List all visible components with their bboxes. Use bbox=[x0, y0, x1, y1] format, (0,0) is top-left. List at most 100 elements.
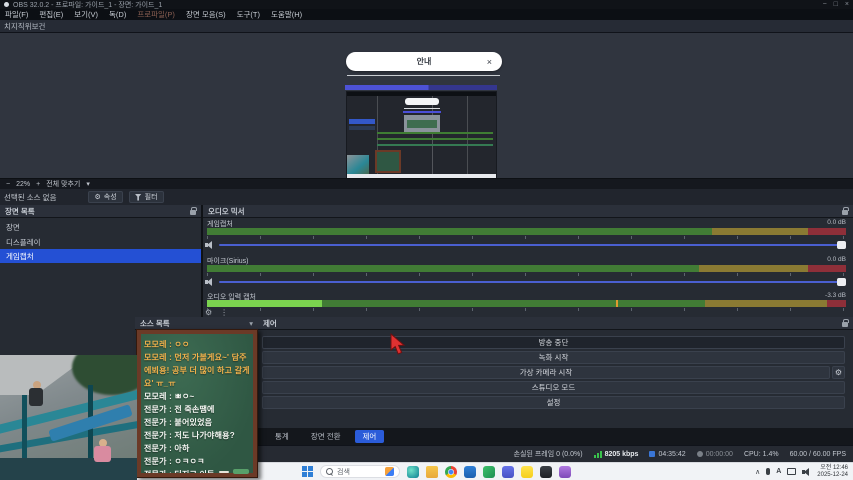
menu-profile[interactable]: 프로파일(P) bbox=[137, 9, 175, 20]
gear-icon[interactable]: ⚙ bbox=[205, 308, 212, 317]
mouse-cursor bbox=[390, 333, 407, 356]
studio-mode-button[interactable]: 스튜디오 모드 bbox=[262, 381, 845, 394]
start-button[interactable] bbox=[302, 466, 313, 477]
maximize-button[interactable]: □ bbox=[834, 1, 838, 8]
chat-message: 전문가 : 아하 bbox=[144, 442, 250, 455]
taskbar-app-icon-edge[interactable] bbox=[407, 466, 419, 478]
tray-chevron-icon[interactable]: ∧ bbox=[755, 468, 760, 476]
menu-help[interactable]: 도움말(H) bbox=[271, 9, 302, 20]
taskbar-app-icon-kakaotalk[interactable] bbox=[521, 466, 533, 478]
close-icon[interactable]: × bbox=[487, 57, 492, 67]
taskbar-app-icon-discord[interactable] bbox=[502, 466, 514, 478]
chat-message: 전문가 : ㅇㅋㅇㅋ bbox=[144, 455, 250, 468]
scene-item[interactable]: 장면 bbox=[0, 220, 201, 234]
taskbar-clock[interactable]: 오전 12:46 2025-12-24 bbox=[817, 465, 848, 479]
signal-bars-icon bbox=[594, 451, 602, 458]
volume-slider[interactable] bbox=[219, 281, 846, 283]
lock-icon[interactable] bbox=[190, 210, 196, 215]
menu-tools[interactable]: 도구(T) bbox=[237, 9, 260, 20]
chalk-tray bbox=[219, 469, 249, 474]
tab-controls[interactable]: 제어 bbox=[355, 430, 385, 443]
notice-dock-title: 치지직위보건 bbox=[4, 21, 45, 32]
properties-button[interactable]: ⚙ 속성 bbox=[88, 191, 122, 203]
taskbar-app-icon-file-explorer[interactable] bbox=[426, 466, 438, 478]
chalk-icon bbox=[219, 471, 229, 473]
search-icon bbox=[326, 468, 333, 475]
virtual-camera-gear-button[interactable]: ⚙ bbox=[832, 366, 845, 379]
mixer-toolbar: ⚙ ⋮ bbox=[205, 308, 228, 317]
chat-message: 전문가 : 전 죽손땜에 bbox=[144, 403, 250, 416]
volume-slider-knob[interactable] bbox=[837, 278, 846, 286]
close-button[interactable]: × bbox=[845, 1, 849, 8]
mixer-channel-db: 0.0 dB bbox=[827, 256, 846, 263]
volume-slider[interactable] bbox=[219, 244, 846, 246]
lock-icon[interactable] bbox=[842, 210, 848, 215]
zoom-out-button[interactable]: − bbox=[6, 181, 10, 188]
search-placeholder: 검색 bbox=[337, 467, 350, 477]
stream-time: 04:35:42 bbox=[658, 451, 685, 458]
menu-view[interactable]: 보기(V) bbox=[74, 9, 98, 20]
stop-streaming-button[interactable]: 방송 중단 bbox=[262, 336, 845, 349]
menu-docks[interactable]: 독(D) bbox=[109, 9, 126, 20]
volume-slider-row bbox=[205, 240, 846, 249]
audio-mixer-header[interactable]: 오디오 믹서 bbox=[203, 205, 853, 218]
chat-message: 전문가 : 저도 나가야해용? bbox=[144, 429, 250, 442]
notice-progress-bar bbox=[345, 85, 497, 90]
notice-dock-titlebar[interactable]: 치지직위보건 bbox=[0, 20, 853, 33]
scene-item-selected[interactable]: 게임캡처 bbox=[0, 249, 201, 263]
menu-scene-collection[interactable]: 장면 모음(S) bbox=[186, 9, 226, 20]
fit-mode-label[interactable]: 전체 맞추기 bbox=[46, 179, 80, 189]
speaker-tray-icon[interactable] bbox=[802, 468, 811, 476]
chat-message: 전문가 : 붙어있었음 bbox=[144, 416, 250, 429]
chat-chalkboard: 모모레 : ㅇㅇ 모모레 : 먼저 가볼게요~' 담주에뵈용! 공부 더 많이 … bbox=[141, 334, 253, 473]
kebab-menu-icon[interactable]: ⋮ bbox=[220, 308, 228, 317]
zoom-level: 22% bbox=[16, 181, 30, 188]
scene-item[interactable]: 디스플레이 bbox=[0, 235, 201, 249]
display-tray-icon[interactable] bbox=[787, 468, 796, 475]
mixer-channel-db: -3.3 dB bbox=[825, 292, 846, 299]
search-highlight-icon bbox=[385, 467, 394, 476]
menu-edit[interactable]: 편집(E) bbox=[39, 9, 63, 20]
microphone-tray-icon[interactable] bbox=[766, 468, 770, 475]
speaker-icon[interactable] bbox=[205, 241, 214, 249]
volume-slider-row bbox=[205, 277, 846, 286]
zoom-in-button[interactable]: + bbox=[36, 181, 40, 188]
taskbar-app-icon-meet[interactable] bbox=[483, 466, 495, 478]
notice-divider bbox=[347, 75, 500, 76]
settings-button[interactable]: 설정 bbox=[262, 396, 845, 409]
record-time: 00:00:00 bbox=[706, 451, 733, 458]
lock-icon[interactable] bbox=[842, 322, 848, 327]
mixer-channel-db: 0.0 dB bbox=[827, 219, 846, 226]
start-recording-button[interactable]: 녹화 시작 bbox=[262, 351, 845, 364]
gear-icon: ⚙ bbox=[94, 193, 100, 201]
meter-scale-ticks bbox=[207, 273, 846, 276]
chat-overlay-window[interactable]: 모모레 : ㅇㅇ 모모레 : 먼저 가볼게요~' 담주에뵈용! 공부 더 많이 … bbox=[136, 329, 258, 478]
filters-button[interactable]: 필터 bbox=[129, 191, 164, 203]
controls-header[interactable]: 제어 bbox=[258, 317, 853, 330]
taskbar-time: 오전 12:46 bbox=[817, 465, 848, 472]
search-box[interactable]: 검색 bbox=[320, 465, 400, 478]
obs-main-window: OBS 32.0.2 - 프로파일: 가이드_1 - 장면: 가이드_1 − □… bbox=[0, 0, 853, 480]
start-virtual-camera-button[interactable]: 가상 카메라 시작 bbox=[262, 366, 830, 379]
cpu-usage: CPU: 1.4% bbox=[744, 451, 779, 458]
notice-dialog-header: 안내 × bbox=[346, 52, 502, 71]
minimize-button[interactable]: − bbox=[823, 1, 827, 8]
window-titlebar[interactable]: OBS 32.0.2 - 프로파일: 가이드_1 - 장면: 가이드_1 − □… bbox=[0, 0, 853, 9]
chevron-down-icon[interactable]: ▾ bbox=[249, 319, 253, 328]
meter-scale-ticks bbox=[207, 236, 846, 239]
chevron-down-icon[interactable]: ▾ bbox=[86, 180, 90, 188]
taskbar-app-icon-camera[interactable] bbox=[559, 466, 571, 478]
ime-indicator[interactable]: A bbox=[776, 468, 781, 475]
chat-message: 모모레 : 먼저 가볼게요~' 담주에뵈용! 공부 더 많이 하고 갈게요' ㅠ… bbox=[144, 351, 250, 390]
dropped-frames: 손실된 프레임 0 (0.0%) bbox=[514, 449, 583, 459]
menu-file[interactable]: 파일(F) bbox=[5, 9, 28, 20]
tab-scene-transitions[interactable]: 장면 전환 bbox=[303, 430, 349, 443]
tab-stats[interactable]: 통계 bbox=[267, 430, 297, 443]
source-selection-row: 선택된 소스 없음 ⚙ 속성 필터 bbox=[0, 189, 853, 205]
speaker-icon[interactable] bbox=[205, 278, 214, 286]
taskbar-app-icon-store[interactable] bbox=[464, 466, 476, 478]
taskbar-app-icon-chrome[interactable] bbox=[445, 466, 457, 478]
taskbar-app-icon-obs[interactable] bbox=[540, 466, 552, 478]
volume-slider-knob[interactable] bbox=[837, 241, 846, 249]
scene-list-header[interactable]: 장면 목록 bbox=[0, 205, 201, 218]
